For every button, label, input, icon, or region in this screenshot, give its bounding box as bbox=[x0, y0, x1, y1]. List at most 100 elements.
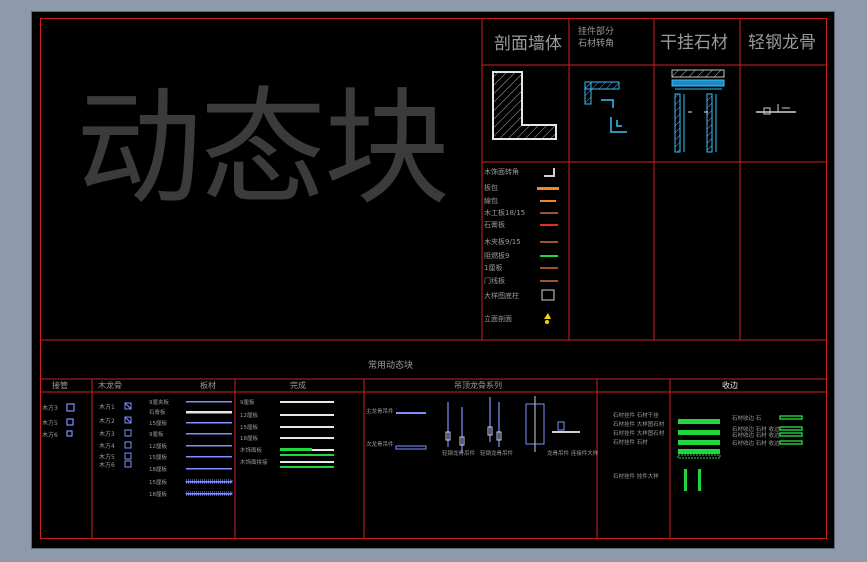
wood-keel-item[interactable]: 木方5 bbox=[99, 452, 132, 461]
finish-item[interactable]: 木饰面拼接 bbox=[240, 458, 334, 468]
legend-item-label: 線包 bbox=[484, 196, 498, 205]
finish-green bbox=[280, 448, 312, 451]
board-item[interactable]: 15厘板 bbox=[149, 478, 233, 486]
board-line bbox=[186, 411, 232, 414]
edge-item[interactable]: 石材收边 石材 收边 bbox=[732, 431, 803, 439]
finish-item[interactable]: 木饰面板 bbox=[240, 446, 334, 456]
ceiling-item[interactable]: 主龙骨吊件 bbox=[366, 407, 426, 415]
board-item[interactable]: 9厘夹板 bbox=[149, 398, 232, 406]
stone-corner-icon[interactable] bbox=[584, 81, 627, 133]
keel-cross bbox=[124, 416, 132, 424]
legend-item[interactable]: 大样图底柱 bbox=[484, 289, 555, 301]
board-item[interactable]: 18厘板 bbox=[149, 465, 232, 473]
board-label: 15厘板 bbox=[149, 419, 167, 427]
header-dry-hang-stone: 干挂石材 bbox=[660, 33, 728, 53]
legend-item[interactable]: 線包 bbox=[484, 196, 556, 205]
ceiling-item[interactable]: 次龙骨吊件 bbox=[366, 440, 427, 450]
hanger-rod[interactable] bbox=[496, 402, 502, 447]
fixture-label: 木方3 bbox=[42, 404, 58, 412]
board-item[interactable]: 12厘板 bbox=[149, 442, 232, 450]
stone-label: 石材挂件 石材 bbox=[613, 438, 648, 446]
keel-frame[interactable] bbox=[525, 396, 545, 452]
ceiling-line bbox=[395, 445, 427, 450]
stone-panel[interactable] bbox=[678, 449, 720, 454]
legend-item-label: 1厘板 bbox=[484, 263, 502, 272]
legend-item[interactable]: 阻燃板9 bbox=[484, 251, 558, 260]
header-light-steel-keel: 轻钢龙骨 bbox=[748, 33, 816, 53]
edge-label: 石材收边 石 bbox=[732, 414, 762, 422]
finish-item[interactable]: 18厘板 bbox=[240, 434, 334, 442]
edge-item[interactable]: 石材收边 石材 收边 bbox=[732, 439, 803, 447]
hanger-rod[interactable] bbox=[445, 402, 451, 447]
edge-item[interactable]: 石材收边 石 bbox=[732, 414, 803, 422]
board-item[interactable]: 9厘板 bbox=[149, 430, 232, 438]
ceiling-caption: 轻钢龙骨吊件 bbox=[442, 449, 476, 457]
fixture-label: 木方6 bbox=[42, 431, 58, 439]
legend-item-label: 门线板 bbox=[484, 276, 505, 285]
legend-item-label: 木夹板9/15 bbox=[484, 237, 521, 246]
material-legend: 木饰面转角板包線包木工板18/15 石膏板木夹板9/15 阻燃板9 1厘板门线板大样图… bbox=[484, 167, 559, 324]
keel-connector[interactable] bbox=[552, 421, 580, 433]
board-line bbox=[186, 456, 232, 458]
edge-symbol bbox=[779, 426, 803, 431]
stone-panel[interactable] bbox=[678, 419, 720, 424]
legend-item-label: 大样图底柱 bbox=[484, 291, 519, 300]
wood-keel-item[interactable]: 木方1 bbox=[99, 402, 132, 411]
bottom-header-edge: 收边 bbox=[722, 380, 738, 390]
ceiling-label: 主龙骨吊件 bbox=[366, 407, 394, 415]
keel-cross bbox=[124, 402, 132, 410]
wood-keel-item[interactable]: 木方4 bbox=[99, 441, 132, 450]
fixture-item[interactable]: 木方3 bbox=[42, 403, 75, 412]
legend-item[interactable]: 立面剖面 bbox=[484, 313, 551, 324]
stone-vertical[interactable] bbox=[698, 469, 701, 491]
ceiling-keel-column: 主龙骨吊件次龙骨吊件轻钢龙骨吊件 轻钢龙骨吊件 龙骨吊件 连接件大样 bbox=[366, 396, 599, 457]
stone-column: 石材挂件 石材干挂石材挂件 大样图石材石材挂件 大样图石材石材挂件 石材石材挂件… bbox=[613, 411, 721, 491]
light-steel-keel-icon[interactable] bbox=[756, 104, 796, 115]
finish-label: 12厘板 bbox=[240, 411, 258, 419]
wood-keel-item[interactable]: 木方3 bbox=[99, 429, 132, 438]
finish-line bbox=[280, 461, 334, 463]
cad-drawing-canvas[interactable]: 动态块 剖面墙体 挂件部分 石材转角 干挂石材 轻钢龙骨 木饰面转角 板包 線包… bbox=[32, 12, 834, 548]
dry-hang-stone-icon[interactable] bbox=[671, 69, 725, 153]
legend-item[interactable]: 木饰面转角 bbox=[484, 167, 555, 177]
hanger-rod[interactable] bbox=[487, 397, 493, 442]
legend-item[interactable]: 门线板 bbox=[484, 276, 558, 285]
board-item[interactable]: 15厘板 bbox=[149, 419, 232, 427]
board-line bbox=[186, 445, 232, 447]
finish-item[interactable]: 9厘板 bbox=[240, 398, 334, 406]
edge-item[interactable]: 石材收边 石材 收边 bbox=[732, 425, 803, 433]
legend-item[interactable]: 木工板18/15 bbox=[484, 208, 558, 217]
finish-line bbox=[280, 414, 334, 416]
board-label: 12厘板 bbox=[149, 442, 167, 450]
legend-item[interactable]: 1厘板 bbox=[484, 263, 558, 272]
wood-keel-item[interactable]: 木方2 bbox=[99, 416, 132, 425]
finish-item[interactable]: 12厘板 bbox=[240, 411, 334, 419]
board-item[interactable]: 15厘板 bbox=[149, 453, 232, 461]
fixture-item[interactable]: 木方5 bbox=[42, 418, 74, 427]
wood-keel-label: 木方3 bbox=[99, 430, 115, 438]
wood-keel-label: 木方5 bbox=[99, 453, 115, 461]
stone-panel[interactable] bbox=[678, 440, 720, 445]
legend-item[interactable]: 木夹板9/15 bbox=[484, 237, 558, 246]
finish-column: 9厘板 12厘板 15厘板 18厘板木饰面板木饰面拼接 bbox=[240, 398, 334, 468]
legend-item[interactable]: 石膏板 bbox=[484, 220, 558, 229]
wood-keel-label: 木方6 bbox=[99, 461, 115, 469]
wood-keel-item[interactable]: 木方6 bbox=[99, 460, 132, 469]
finish-item[interactable]: 15厘板 bbox=[240, 423, 334, 431]
stone-panel-dashed[interactable] bbox=[677, 454, 721, 459]
stone-vertical[interactable] bbox=[684, 469, 687, 491]
stone-label: 石材挂件 挂件大样 bbox=[613, 472, 659, 480]
hanger-rod[interactable] bbox=[459, 407, 465, 452]
board-item[interactable]: 石膏板 bbox=[149, 408, 232, 416]
legend-item[interactable]: 板包 bbox=[484, 183, 559, 192]
connector-box bbox=[557, 421, 565, 431]
legend-item-label: 立面剖面 bbox=[484, 314, 512, 323]
fixture-item[interactable]: 木方6 bbox=[42, 430, 73, 439]
keel-symbol bbox=[124, 441, 132, 449]
wood-keel-column: 木方1 木方2 木方3 木方4 木方5木方6 bbox=[99, 402, 132, 469]
wood-keel-label: 木方4 bbox=[99, 442, 115, 450]
board-item[interactable]: 18厘板 bbox=[149, 490, 233, 498]
stone-panel[interactable] bbox=[678, 430, 720, 435]
l-wall-section-icon[interactable] bbox=[492, 71, 557, 140]
finish-green-line bbox=[280, 454, 334, 456]
